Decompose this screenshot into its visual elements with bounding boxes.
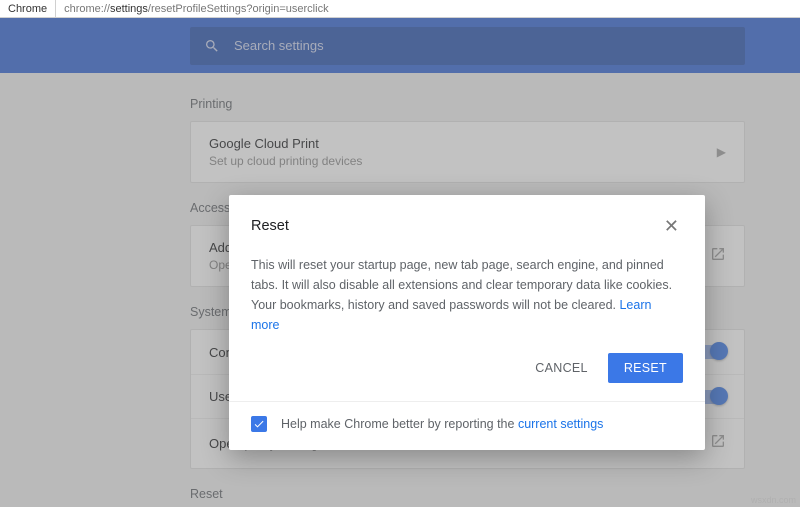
url-path: /resetProfileSettings?origin=userclick [148, 3, 329, 15]
cancel-button[interactable]: CANCEL [525, 353, 598, 383]
reset-button[interactable]: RESET [608, 353, 683, 383]
address-bar: Chrome chrome://settings/resetProfileSet… [0, 0, 800, 18]
help-checkbox[interactable] [251, 416, 267, 432]
check-icon [253, 418, 265, 430]
page: Printing Google Cloud Print Set up cloud… [0, 18, 800, 507]
help-text: Help make Chrome better by reporting the [281, 417, 514, 431]
dialog-title: Reset [251, 218, 660, 234]
url-prefix: chrome:// [64, 3, 110, 15]
url-display[interactable]: chrome://settings/resetProfileSettings?o… [56, 3, 336, 15]
current-settings-link[interactable]: current settings [518, 417, 603, 431]
watermark: wsxdn.com [751, 495, 796, 505]
dialog-body-text: This will reset your startup page, new t… [251, 258, 672, 312]
app-label: Chrome [0, 0, 56, 17]
url-host: settings [110, 3, 148, 15]
dialog-body: This will reset your startup page, new t… [229, 249, 705, 349]
dialog-footer: Help make Chrome better by reporting the… [229, 401, 705, 450]
reset-dialog: Reset ✕ This will reset your startup pag… [229, 195, 705, 450]
close-button[interactable]: ✕ [660, 213, 683, 239]
close-icon: ✕ [664, 216, 679, 236]
dialog-actions: CANCEL RESET [229, 349, 705, 401]
dialog-header: Reset ✕ [229, 195, 705, 249]
